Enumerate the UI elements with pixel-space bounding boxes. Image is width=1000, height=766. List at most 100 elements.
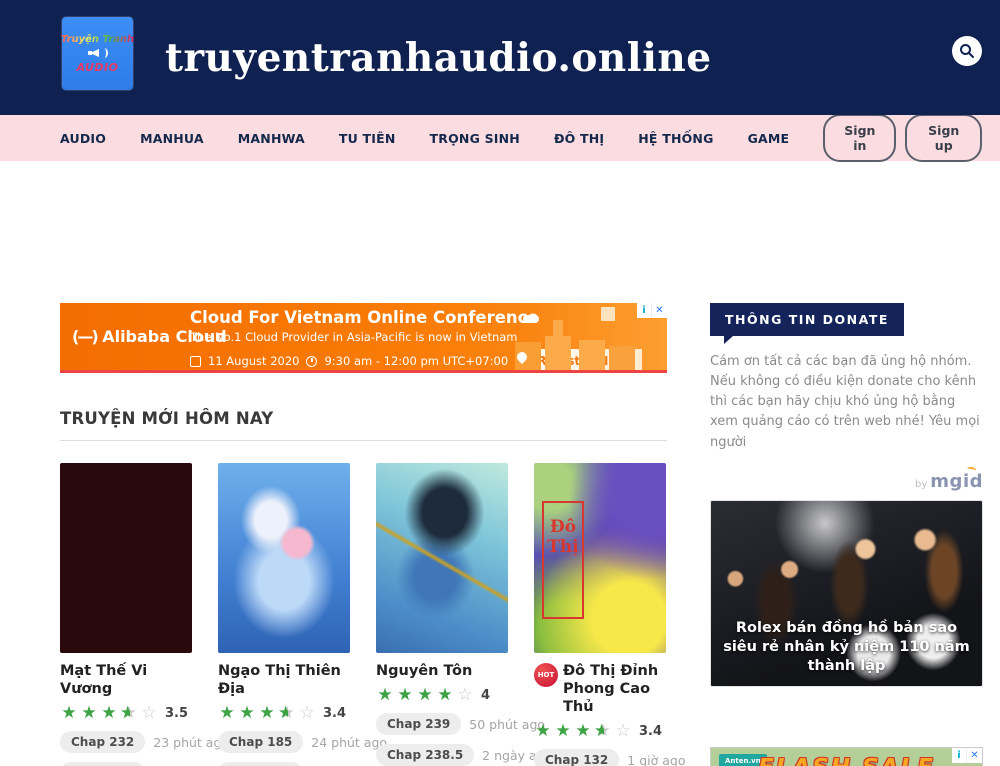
rating-value: 3.4 [639, 724, 662, 739]
alibaba-logo-mark: (—) [72, 327, 97, 346]
comic-title[interactable]: Ngạo Thị Thiên Địa [218, 662, 350, 698]
speaker-icon [88, 46, 108, 60]
comic-card: Ngạo Thị Thiên Địa ★★★★★☆3.4 Chap 185 24… [218, 463, 350, 766]
ad-time: 9:30 am - 12:00 pm UTC+07:00 [324, 354, 508, 368]
flash-sale-title: FLASH SALE [711, 755, 982, 766]
calendar-icon [190, 356, 201, 367]
star-empty-icon[interactable]: ☆ [456, 687, 474, 704]
main-column: (—) Alibaba Cloud Cloud For Vietnam Onli… [60, 303, 667, 766]
rating-value: 3.5 [165, 706, 188, 721]
flash-sale-ad[interactable]: Anten.vn FLASH SALE XEM NGAY i ✕ [710, 747, 983, 766]
chapter-row: Chap 232 23 phút ago [60, 731, 192, 753]
section-title-new-today: TRUYỆN MỚI HÔM NAY [60, 409, 667, 441]
star-full-icon[interactable]: ★ [60, 705, 78, 722]
native-ad-caption[interactable]: Rolex bán đồng hồ bản sao siêu rẻ nhân k… [711, 619, 982, 676]
donate-text: Cám ơn tất cả các bạn đã ủng hộ nhóm. Nế… [710, 352, 983, 453]
site-logo[interactable]: Truyện Tranh AUDIO [62, 17, 133, 90]
comic-cover-do-thi-dinh-phong-cao-thu[interactable]: Đô Thị [534, 463, 666, 653]
chapter-pill[interactable]: Chap 184 [218, 762, 303, 766]
star-full-icon[interactable]: ★ [436, 687, 454, 704]
chapter-pill[interactable]: Chap 132 [534, 749, 619, 766]
logo-audio-label: AUDIO [76, 61, 118, 74]
adchoices-icon[interactable]: i [952, 748, 967, 763]
star-empty-icon[interactable]: ☆ [140, 705, 158, 722]
donate-header: THÔNG TIN DONATE [710, 303, 904, 336]
sign-in-button[interactable]: Sign in [823, 114, 896, 162]
ad-close-icon[interactable]: ✕ [967, 748, 982, 763]
comic-title[interactable]: Mạt Thế Vi Vương [60, 662, 192, 698]
site-title[interactable]: truyentranhaudio.online [165, 35, 712, 81]
comic-cover-mat-the-vi-vuong[interactable] [60, 463, 192, 653]
rating-stars: ★★★★★☆3.4 [534, 723, 666, 740]
star-full-icon[interactable]: ★ [554, 723, 572, 740]
chapter-pill[interactable]: Chap 238.5 [376, 744, 474, 766]
logo-script-text: Truyện Tranh [61, 34, 134, 45]
comic-title[interactable]: Nguyên Tôn [376, 662, 472, 680]
rating-value: 3.4 [323, 706, 346, 721]
rating-stars: ★★★★★☆3.4 [218, 705, 350, 722]
star-half-icon[interactable]: ★★ [120, 705, 138, 722]
star-full-icon[interactable]: ★ [80, 705, 98, 722]
mgid-logo[interactable]: mgid [930, 471, 983, 492]
chapter-pill[interactable]: Chap 239 [376, 713, 461, 735]
nav-item-he-thong[interactable]: HỆ THỐNG [638, 131, 713, 146]
star-empty-icon[interactable]: ☆ [614, 723, 632, 740]
nav-item-manhwa[interactable]: MANHWA [238, 131, 305, 146]
cube-icon [601, 307, 615, 321]
chapter-row: Chap 231 05/08/2020 [60, 762, 192, 766]
cover-calligraphy-frame: Đô Thị [542, 501, 584, 619]
star-full-icon[interactable]: ★ [534, 723, 552, 740]
star-full-icon[interactable]: ★ [218, 705, 236, 722]
rating-stars: ★★★★★☆3.5 [60, 705, 192, 722]
comic-title[interactable]: Đô Thị Đỉnh Phong Cao Thủ [563, 662, 666, 716]
chapter-row: Chap 132 1 giờ ago [534, 749, 666, 766]
star-full-icon[interactable]: ★ [100, 705, 118, 722]
ad-close-icon[interactable]: ✕ [652, 303, 667, 318]
alibaba-ad-banner[interactable]: (—) Alibaba Cloud Cloud For Vietnam Onli… [60, 303, 667, 373]
nav-item-tu-tien[interactable]: TU TIÊN [339, 131, 396, 146]
ad-date: 11 August 2020 [208, 354, 299, 368]
comic-cover-nguyen-ton[interactable] [376, 463, 508, 653]
rating-stars: ★★★★☆4 [376, 687, 508, 704]
comic-card: Nguyên Tôn ★★★★☆4 Chap 239 50 phút ago C… [376, 463, 508, 766]
star-full-icon[interactable]: ★ [416, 687, 434, 704]
star-full-icon[interactable]: ★ [258, 705, 276, 722]
chapter-row: Chap 185 24 phút ago [218, 731, 350, 753]
chapter-row: Chap 184 3 ngày ago [218, 762, 350, 766]
star-half-icon[interactable]: ★★ [594, 723, 612, 740]
star-full-icon[interactable]: ★ [376, 687, 394, 704]
comic-cover-ngao-thi-thien-dia[interactable] [218, 463, 350, 653]
page-body: (—) Alibaba Cloud Cloud For Vietnam Onli… [0, 303, 1000, 766]
search-button[interactable] [952, 36, 982, 66]
nav-item-do-thi[interactable]: ĐÔ THỊ [554, 131, 604, 146]
star-full-icon[interactable]: ★ [396, 687, 414, 704]
sign-up-button[interactable]: Sign up [905, 114, 982, 162]
comic-card: Đô Thị HOT Đô Thị Đỉnh Phong Cao Thủ ★★★… [534, 463, 666, 766]
clock-icon [306, 356, 317, 367]
mgid-smile-icon [967, 466, 977, 472]
star-empty-icon[interactable]: ☆ [298, 705, 316, 722]
nav-item-manhua[interactable]: MANHUA [140, 131, 204, 146]
chapter-pill[interactable]: Chap 231 [60, 762, 145, 766]
star-full-icon[interactable]: ★ [238, 705, 256, 722]
chapter-pill[interactable]: Chap 232 [60, 731, 145, 753]
nav-item-game[interactable]: GAME [748, 131, 790, 146]
cloud-icon [523, 315, 539, 323]
adchoices-icon[interactable]: i [637, 303, 652, 318]
nav-item-trong-sinh[interactable]: TRỌNG SINH [430, 131, 520, 146]
main-nav: AUDIO MANHUA MANHWA TU TIÊN TRỌNG SINH Đ… [0, 115, 1000, 161]
chapter-row: Chap 238.5 2 ngày ago [376, 744, 508, 766]
auth-buttons: Sign in Sign up [823, 114, 982, 162]
sidebar: THÔNG TIN DONATE Cám ơn tất cả các bạn đ… [710, 303, 983, 766]
comic-card: Mạt Thế Vi Vương ★★★★★☆3.5 Chap 232 23 p… [60, 463, 192, 766]
native-ad-image[interactable]: Rolex bán đồng hồ bản sao siêu rẻ nhân k… [710, 500, 983, 687]
star-full-icon[interactable]: ★ [574, 723, 592, 740]
nav-item-audio[interactable]: AUDIO [60, 131, 106, 146]
star-half-icon[interactable]: ★★ [278, 705, 296, 722]
mgid-attribution: bymgid [710, 471, 983, 492]
search-icon [959, 43, 975, 59]
chapter-pill[interactable]: Chap 185 [218, 731, 303, 753]
site-header: Truyện Tranh AUDIO truyentranhaudio.onli… [0, 0, 1000, 115]
chapter-time: 1 giờ ago [627, 753, 685, 766]
comic-card-grid: Mạt Thế Vi Vương ★★★★★☆3.5 Chap 232 23 p… [60, 463, 667, 766]
